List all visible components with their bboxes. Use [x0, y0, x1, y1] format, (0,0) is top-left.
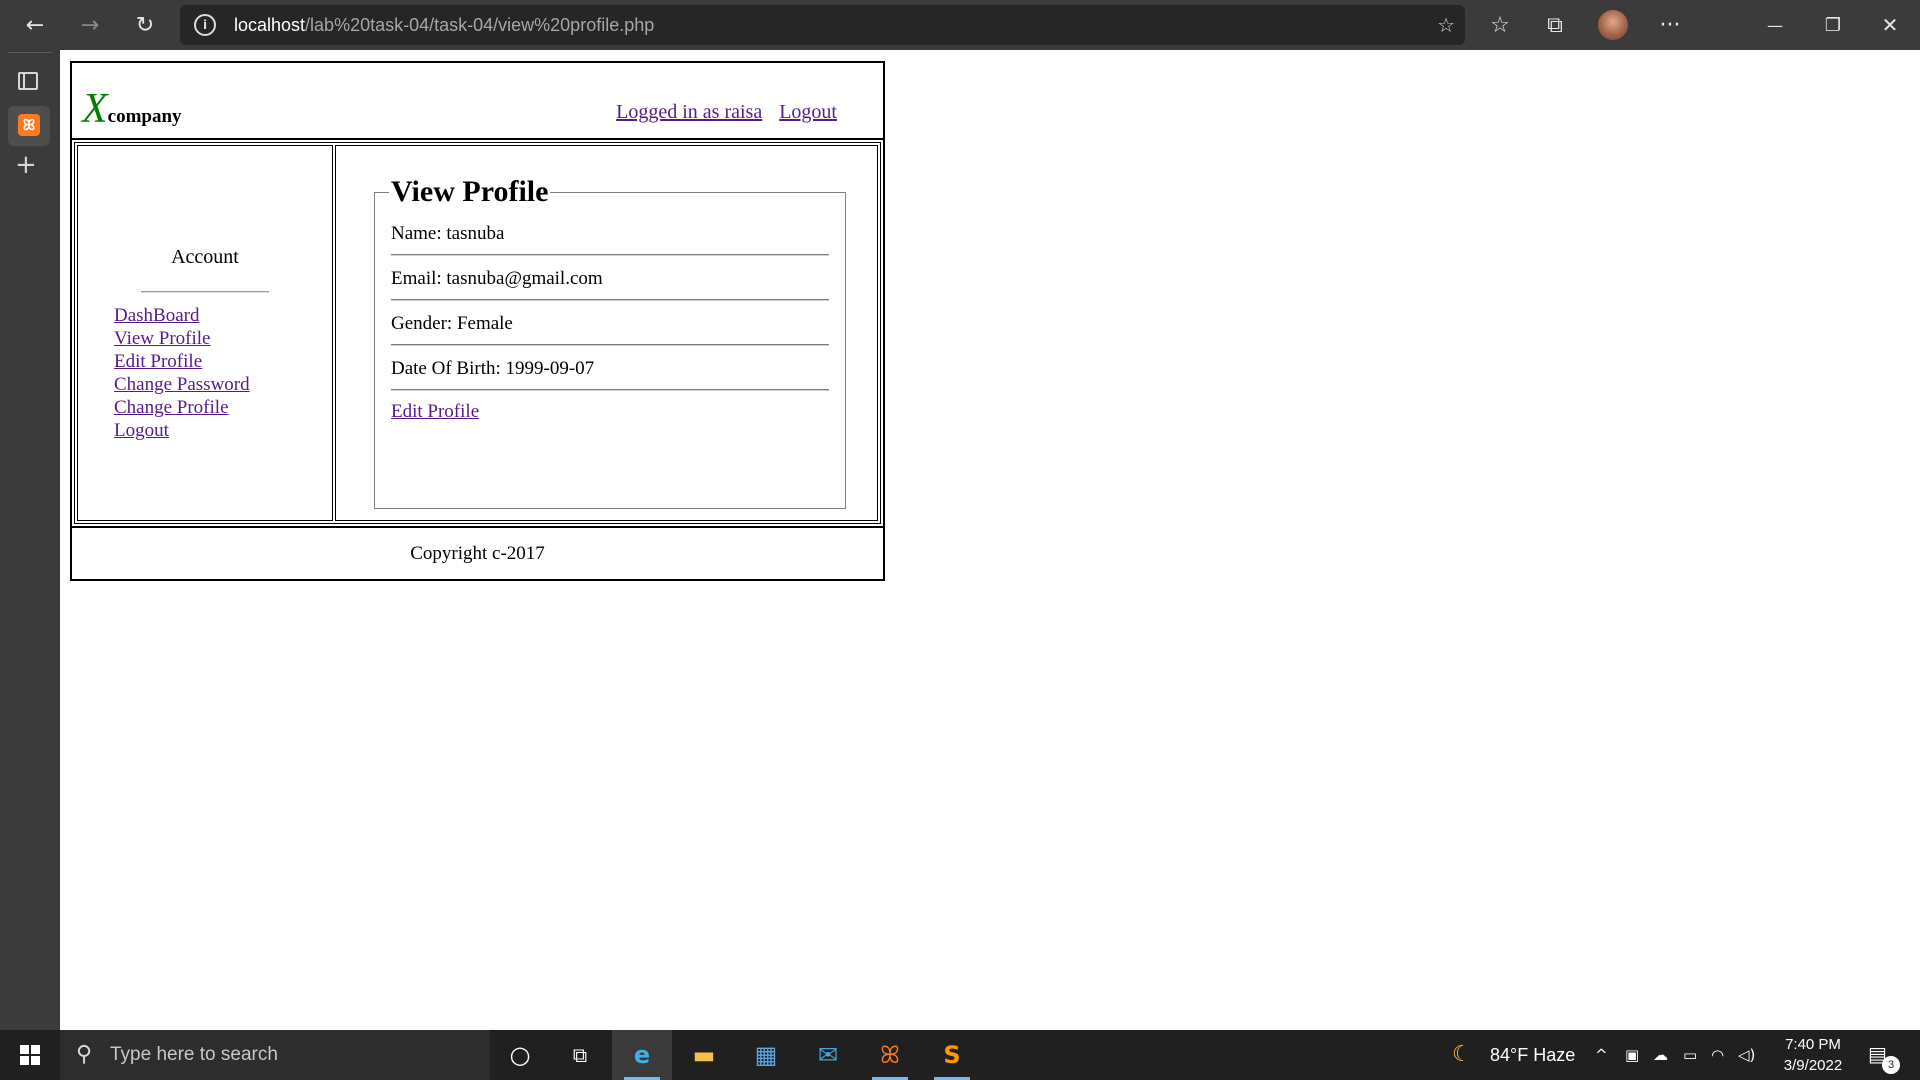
sidebar-divider: [8, 52, 52, 53]
task-view-icon[interactable]: ⧉: [550, 1030, 610, 1080]
change-profile-link[interactable]: Change Profile: [114, 397, 229, 418]
name-field: Name: tasnuba: [391, 211, 829, 256]
forward-arrow-icon[interactable]: →: [65, 0, 115, 50]
header-logout-link[interactable]: Logout: [779, 101, 837, 123]
copyright-text: Copyright c-2017: [410, 543, 545, 564]
account-title: Account: [171, 246, 239, 268]
dob-field: Date Of Birth: 1999-09-07: [391, 346, 829, 391]
new-tab-icon[interactable]: +: [15, 150, 37, 180]
layout-table: Xcompany Logged in as raisa Logout Accou…: [70, 61, 885, 581]
wifi-icon[interactable]: ◠: [1711, 1030, 1724, 1080]
battery-icon[interactable]: ▭: [1683, 1030, 1697, 1080]
store-icon[interactable]: ▦: [736, 1030, 796, 1080]
edit-profile-link[interactable]: Edit Profile: [114, 351, 202, 372]
edge-icon[interactable]: e: [612, 1030, 672, 1080]
cortana-icon[interactable]: ○: [490, 1030, 550, 1080]
edit-profile-button[interactable]: Edit Profile: [391, 401, 479, 423]
windows-taskbar: ⚲ Type here to search ○ ⧉ e ▬ ▦ ✉ ꕤ S ☾ …: [0, 1030, 1920, 1080]
email-field: Email: tasnuba@gmail.com: [391, 256, 829, 301]
add-favorite-icon[interactable]: ☆: [1437, 5, 1455, 45]
more-options-icon[interactable]: ···: [1645, 0, 1695, 50]
chevron-up-icon[interactable]: ^: [1595, 1030, 1608, 1080]
taskbar-search[interactable]: ⚲ Type here to search: [60, 1030, 490, 1080]
restore-icon[interactable]: ❐: [1808, 0, 1858, 50]
page-footer: Copyright c-2017: [71, 527, 884, 580]
minimize-icon[interactable]: —: [1750, 0, 1800, 50]
clock-time: 7:40 PM: [1785, 1036, 1841, 1053]
info-icon[interactable]: i: [194, 14, 216, 36]
weather-text[interactable]: 84°F Haze: [1490, 1030, 1575, 1080]
tab-actions-icon[interactable]: [18, 72, 38, 90]
url-text[interactable]: localhost/lab%20task-04/task-04/view%20p…: [234, 5, 654, 45]
notification-badge: 3: [1882, 1056, 1900, 1074]
page-content: Xcompany Logged in as raisa Logout Accou…: [70, 61, 885, 581]
browser-toolbar: ← → ↻ i localhost/lab%20task-04/task-04/…: [0, 0, 1920, 50]
refresh-icon[interactable]: ↻: [120, 0, 170, 50]
dashboard-link[interactable]: DashBoard: [114, 305, 199, 326]
xampp-taskbar-icon[interactable]: ꕤ: [860, 1030, 920, 1080]
volume-icon[interactable]: ◁): [1738, 1030, 1755, 1080]
back-arrow-icon[interactable]: ←: [10, 0, 60, 50]
clock-date: 3/9/2022: [1783, 1057, 1843, 1074]
content-row: Account DashBoard View Profile Edit Prof…: [71, 139, 884, 527]
file-explorer-icon[interactable]: ▬: [674, 1030, 734, 1080]
view-profile-link[interactable]: View Profile: [114, 328, 210, 349]
system-clock[interactable]: 7:40 PM 3/9/2022: [1768, 1034, 1858, 1076]
profile-avatar[interactable]: [1598, 10, 1628, 40]
sublime-text-icon[interactable]: S: [922, 1030, 982, 1080]
search-placeholder: Type here to search: [110, 1044, 278, 1065]
xampp-icon: ꕤ: [18, 114, 40, 136]
page-header: Xcompany Logged in as raisa Logout: [71, 62, 884, 139]
account-divider: [141, 291, 269, 293]
onedrive-icon[interactable]: ☁: [1653, 1030, 1668, 1080]
favorites-icon[interactable]: ☆: [1475, 0, 1525, 50]
profile-panel: View Profile Name: tasnuba Email: tasnub…: [335, 145, 878, 521]
active-tab[interactable]: ꕤ: [8, 106, 50, 146]
edge-glyph: e: [633, 1041, 651, 1069]
address-bar[interactable]: i localhost/lab%20task-04/task-04/view%2…: [180, 5, 1465, 45]
mail-icon[interactable]: ✉: [798, 1030, 858, 1080]
content-table: Account DashBoard View Profile Edit Prof…: [74, 142, 881, 524]
close-icon[interactable]: ✕: [1865, 0, 1915, 50]
account-menu: Account DashBoard View Profile Edit Prof…: [77, 145, 333, 521]
logged-in-link[interactable]: Logged in as raisa: [616, 101, 762, 123]
vertical-tabs-sidebar: ꕤ +: [0, 50, 60, 1030]
xampp-glyph: ꕤ: [880, 1041, 900, 1069]
view-profile-legend: View Profile: [391, 175, 549, 208]
gender-field: Gender: Female: [391, 301, 829, 346]
account-links: DashBoard View Profile Edit Profile Chan…: [114, 304, 250, 442]
meet-now-icon[interactable]: ▣: [1625, 1030, 1639, 1080]
sublime-glyph: S: [943, 1041, 961, 1069]
url-host: localhost: [234, 15, 306, 35]
header-links: Logged in as raisa Logout: [604, 101, 837, 124]
company-logo: Xcompany: [82, 85, 182, 133]
url-path: /lab%20task-04/task-04/view%20profile.ph…: [305, 15, 655, 35]
windows-start-icon[interactable]: [20, 1045, 40, 1065]
change-password-link[interactable]: Change Password: [114, 374, 250, 395]
notification-icon[interactable]: ▤ 3: [1868, 1042, 1900, 1074]
search-icon: ⚲: [76, 1042, 93, 1067]
sidebar-logout-link[interactable]: Logout: [114, 420, 169, 441]
logo-x: X: [82, 86, 108, 132]
weather-icon[interactable]: ☾: [1452, 1030, 1472, 1080]
view-profile-fieldset: View Profile Name: tasnuba Email: tasnub…: [374, 175, 846, 509]
logo-company: company: [107, 106, 182, 127]
collections-icon[interactable]: ⧉: [1530, 0, 1580, 50]
